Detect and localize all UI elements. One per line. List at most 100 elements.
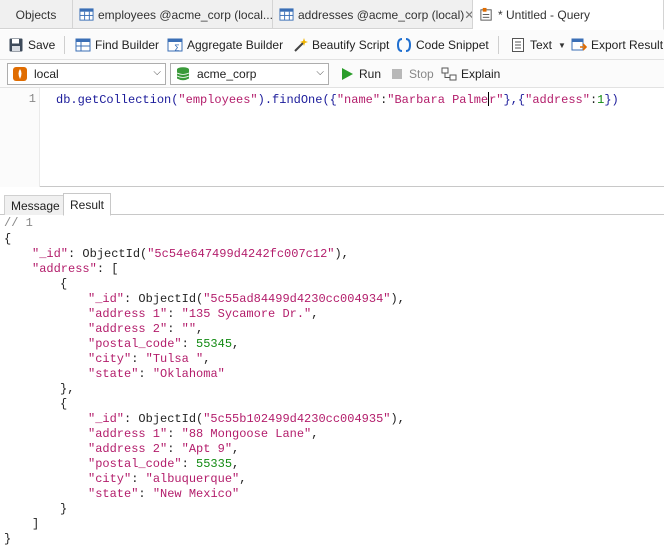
find-builder-button[interactable]: Find Builder xyxy=(75,36,159,54)
address-1-id: "_id": ObjectId("5c55b102499d4230cc00493… xyxy=(88,412,405,426)
text-doc-icon xyxy=(512,38,524,52)
beautify-script-button[interactable]: Beautify Script xyxy=(292,36,389,54)
bracket-close: ] xyxy=(32,517,40,531)
table-icon xyxy=(279,8,294,21)
explain-button[interactable]: Explain xyxy=(441,65,500,83)
save-button[interactable]: Save xyxy=(8,36,55,54)
database-select[interactable]: acme_corp ⌵ xyxy=(170,63,329,85)
toolbar-divider xyxy=(64,36,65,54)
brace-open: { xyxy=(60,397,68,411)
result-tab-bar: Message Result xyxy=(0,193,664,216)
json-string: "5c54e647499d4242fc007c12" xyxy=(147,247,335,261)
json-fn: ObjectId( xyxy=(82,247,148,261)
close-icon[interactable]: ✕ xyxy=(464,8,472,22)
connection-icon xyxy=(13,67,27,81)
explain-icon xyxy=(441,67,457,81)
database-icon xyxy=(176,67,190,81)
code-value-name-b: r" xyxy=(489,93,504,107)
json-fn: ObjectId( xyxy=(138,412,204,426)
explain-label: Explain xyxy=(461,67,501,81)
svg-text:Σ: Σ xyxy=(174,44,180,53)
json-key: "address 1" xyxy=(88,427,168,441)
tab-label: employees @acme_corp (local... xyxy=(98,7,273,22)
json-key: "address 2" xyxy=(88,322,168,336)
code-method: ).findOne({ xyxy=(257,93,337,107)
json-key: "postal_code" xyxy=(88,457,182,471)
brace-close: } xyxy=(60,502,68,516)
code-value-name-a: "Barbara Palme xyxy=(387,93,489,107)
code-collection: "employees" xyxy=(178,93,258,107)
text-view-dropdown[interactable]: Text ▼ xyxy=(510,36,566,54)
code-fn: db.getCollection( xyxy=(56,93,179,107)
stop-label: Stop xyxy=(409,67,434,81)
json-key: "state" xyxy=(88,367,139,381)
stop-icon xyxy=(392,69,402,79)
database-value: acme_corp xyxy=(197,67,257,81)
query-toolbar: Save Find Builder Σ Aggregate Builder Be… xyxy=(0,30,664,60)
toolbar-divider xyxy=(498,36,499,54)
json-key: "_id" xyxy=(88,412,125,426)
connection-value: local xyxy=(34,67,59,81)
tab-message[interactable]: Message xyxy=(4,195,67,215)
json-key: "city" xyxy=(88,472,132,486)
line-gutter: 1 xyxy=(0,88,40,187)
find-builder-icon xyxy=(75,38,91,52)
json-string: "88 Mongoose Lane" xyxy=(181,427,312,441)
stop-button[interactable]: Stop xyxy=(389,65,434,83)
chevron-down-icon: ⌵ xyxy=(153,67,161,78)
address-1-city: "city": "albuquerque", xyxy=(88,472,247,486)
find-builder-label: Find Builder xyxy=(95,38,160,52)
export-icon xyxy=(571,38,587,51)
json-string: "New Mexico" xyxy=(152,487,240,501)
brace-open: { xyxy=(4,232,12,246)
save-label: Save xyxy=(28,38,56,52)
address-1-address2: "address 2": "Apt 9", xyxy=(88,442,240,456)
export-result-label: Export Result xyxy=(591,38,664,52)
json-number: 55345 xyxy=(196,337,233,351)
root-id-line: "_id": ObjectId("5c54e647499d4242fc007c1… xyxy=(32,247,349,261)
aggregate-builder-button[interactable]: Σ Aggregate Builder xyxy=(167,36,283,54)
tab-label: Result xyxy=(70,197,105,212)
json-number: 55335 xyxy=(196,457,233,471)
code-snippet-label: Code Snippet xyxy=(416,38,489,52)
floppy-icon xyxy=(9,38,23,52)
code-separator: },{ xyxy=(503,93,526,107)
json-string: "albuquerque" xyxy=(145,472,240,486)
beautify-wand-icon xyxy=(294,38,308,52)
query-editor[interactable]: 1 db.getCollection("employees").findOne(… xyxy=(0,88,664,187)
brace-close: } xyxy=(4,532,12,546)
json-string: "Tulsa " xyxy=(145,352,204,366)
brace-open: { xyxy=(60,277,68,291)
tab-label: Objects xyxy=(15,7,57,22)
chevron-down-icon: ⌵ xyxy=(316,67,324,78)
tab-untitled-query[interactable]: * Untitled - Query xyxy=(473,0,664,30)
code-snippet-button[interactable]: Code Snippet xyxy=(396,36,489,54)
connection-select[interactable]: local ⌵ xyxy=(7,63,166,85)
json-key: "state" xyxy=(88,487,139,501)
beautify-script-label: Beautify Script xyxy=(312,38,390,52)
tab-label: addresses @acme_corp (local) xyxy=(298,7,465,22)
tab-addresses[interactable]: addresses @acme_corp (local) ✕ xyxy=(273,0,473,29)
run-button[interactable]: Run xyxy=(339,65,381,83)
json-string: "Apt 9" xyxy=(181,442,233,456)
address-0-state: "state": "Oklahoma" xyxy=(88,367,225,381)
tab-employees[interactable]: employees @acme_corp (local... xyxy=(73,0,273,29)
tab-result[interactable]: Result xyxy=(63,193,112,216)
address-key-line: "address": [ xyxy=(32,262,119,276)
export-result-button[interactable]: Export Result xyxy=(571,36,663,54)
code-key-name: "name" xyxy=(336,93,381,107)
aggregate-builder-icon: Σ xyxy=(167,38,183,53)
code-snippet-icon xyxy=(396,38,412,52)
tab-objects[interactable]: Objects xyxy=(0,0,73,29)
json-key: "address 1" xyxy=(88,307,168,321)
query-line[interactable]: db.getCollection("employees").findOne({"… xyxy=(56,92,619,107)
json-key: "_id" xyxy=(88,292,125,306)
table-icon xyxy=(79,8,94,21)
json-key: "postal_code" xyxy=(88,337,182,351)
document-tab-bar: Objects employees @acme_corp (local... a… xyxy=(0,0,664,30)
code-key-address: "address" xyxy=(525,93,590,107)
address-1-address1: "address 1": "88 Mongoose Lane", xyxy=(88,427,319,441)
json-key: "address" xyxy=(32,262,97,276)
json-string: "Oklahoma" xyxy=(152,367,225,381)
result-output[interactable]: // 1 { "_id": ObjectId("5c54e647499d4242… xyxy=(0,216,664,554)
